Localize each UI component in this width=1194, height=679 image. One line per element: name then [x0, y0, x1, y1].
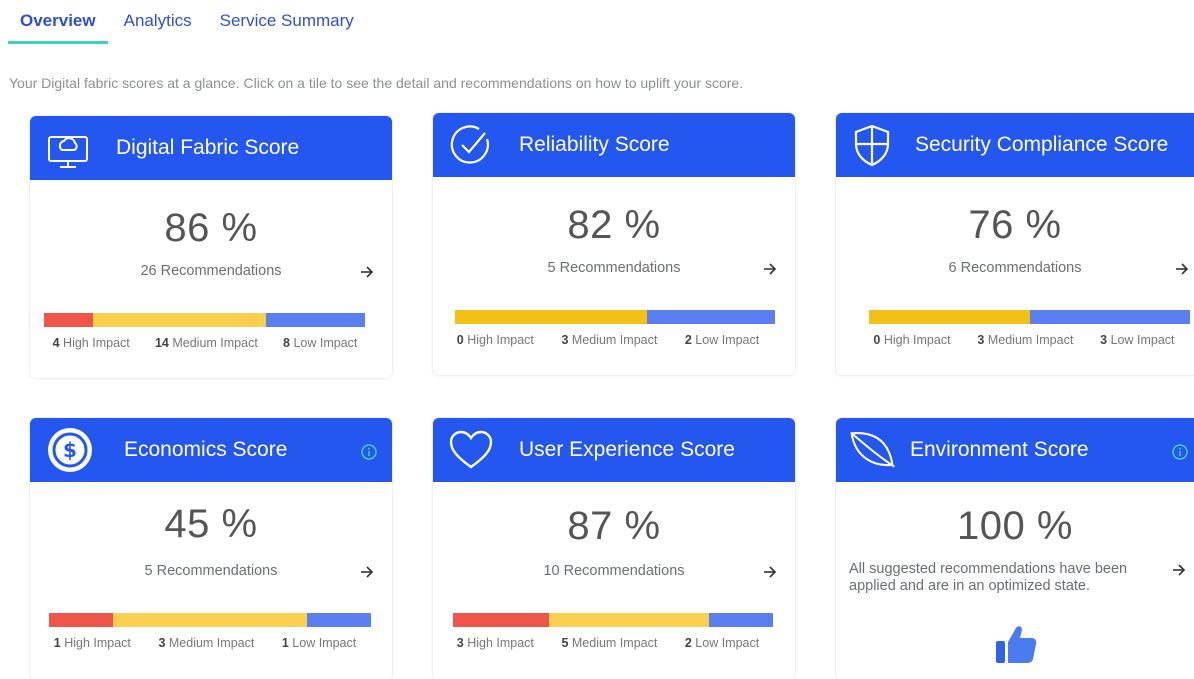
leaf-icon [846, 424, 898, 476]
recommendations-count: 10 Recommendations [433, 563, 795, 583]
score-percent: 76 % [968, 203, 1062, 247]
thumbs-up-icon [996, 626, 1037, 663]
card-title: Environment Score [910, 438, 1089, 461]
card-digital-fabric-score[interactable]: Digital Fabric Score 86 % 26 Recommendat… [30, 116, 392, 378]
info-icon[interactable] [1172, 444, 1188, 460]
impact-bar-low [306, 613, 371, 627]
card-title: Security Compliance Score [915, 133, 1169, 156]
score-percent: 86 % [164, 206, 258, 250]
impact-legend: 0 High Impact 3 Medium Impact 2 Low Impa… [443, 333, 773, 347]
tab-analytics[interactable]: Analytics [112, 0, 204, 44]
impact-bar-high [49, 613, 114, 627]
impact-bar-medium [549, 613, 709, 627]
impact-bar-low [1029, 310, 1190, 324]
card-header: Security Compliance Score [836, 113, 1194, 177]
card-header: User Experience Score [433, 418, 795, 482]
impact-bar-high [453, 613, 549, 627]
score-percent: 87 % [567, 504, 661, 548]
check-circle-icon [445, 119, 497, 171]
arrow-right-icon[interactable] [763, 262, 777, 276]
tab-service-summary[interactable]: Service Summary [208, 0, 366, 44]
legend-medium: 14 Medium Impact [154, 336, 258, 350]
legend-high: 4 High Impact [52, 336, 130, 350]
card-environment-score[interactable]: Environment Score 100 % All suggested re… [836, 418, 1194, 679]
card-title: User Experience Score [519, 438, 735, 461]
impact-bar-medium [455, 310, 647, 324]
arrow-right-icon[interactable] [1172, 563, 1186, 577]
recommendations-label: 10 Recommendations [543, 563, 685, 579]
recommendations-label: 26 Recommendations [140, 263, 282, 279]
recommendations-count: 6 Recommendations [836, 260, 1194, 280]
legend-high: 1 High Impact [53, 636, 131, 650]
score-percent: 82 % [567, 203, 661, 247]
arrow-right-icon[interactable] [360, 265, 374, 279]
arrow-right-icon[interactable] [360, 565, 374, 579]
optimized-message: All suggested recommendations have been … [849, 561, 1186, 597]
impact-bar-high [44, 313, 94, 327]
legend-high: 0 High Impact [456, 333, 534, 347]
tab-overview[interactable]: Overview [8, 0, 108, 44]
tab-bar: Overview Analytics Service Summary [8, 0, 370, 44]
card-user-experience-score[interactable]: User Experience Score 87 % 10 Recommenda… [433, 418, 795, 679]
impact-legend: 3 High Impact 5 Medium Impact 2 Low Impa… [443, 636, 773, 650]
card-header: $ Economics Score [30, 418, 392, 482]
info-icon[interactable] [361, 444, 377, 460]
card-header: Environment Score [836, 418, 1194, 482]
impact-bar [869, 310, 1190, 324]
heart-icon [445, 424, 497, 476]
impact-bar [49, 613, 371, 627]
impact-bar-medium [869, 310, 1030, 324]
recommendations-label: 5 Recommendations [547, 260, 681, 276]
arrow-right-icon[interactable] [763, 565, 777, 579]
recommendations-count: 5 Recommendations [30, 563, 392, 583]
card-reliability-score[interactable]: Reliability Score 82 % 5 Recommendations… [433, 113, 795, 375]
impact-bar-low [709, 613, 773, 627]
card-title: Reliability Score [519, 133, 670, 156]
impact-bar-medium [93, 313, 267, 327]
score-percent: 100 % [957, 504, 1073, 548]
dollar-circle-icon: $ [44, 424, 96, 476]
legend-medium: 3 Medium Impact [561, 333, 658, 347]
arrow-right-icon[interactable] [1175, 262, 1189, 276]
legend-low: 1 Low Impact [281, 636, 357, 650]
impact-legend: 4 High Impact 14 Medium Impact 8 Low Imp… [40, 336, 370, 350]
recommendations-count: 5 Recommendations [433, 260, 795, 280]
cloud-monitor-icon [42, 122, 94, 174]
card-header: Digital Fabric Score [30, 116, 392, 180]
optimized-message-text: All suggested recommendations have been … [849, 561, 1128, 594]
intro-text: Your Digital fabric scores at a glance. … [9, 75, 744, 91]
impact-bar [44, 313, 365, 327]
legend-low: 2 Low Impact [684, 333, 760, 347]
impact-legend: 1 High Impact 3 Medium Impact 1 Low Impa… [40, 636, 370, 650]
legend-medium: 3 Medium Impact [158, 636, 255, 650]
svg-text:$: $ [63, 438, 77, 462]
card-security-compliance-score[interactable]: Security Compliance Score 76 % 6 Recomme… [836, 113, 1194, 375]
impact-bar-low [647, 310, 775, 324]
legend-low: 2 Low Impact [684, 636, 760, 650]
legend-medium: 5 Medium Impact [561, 636, 658, 650]
score-percent: 45 % [164, 502, 258, 546]
impact-bar [455, 310, 775, 324]
impact-bar-medium [113, 613, 307, 627]
card-title: Economics Score [124, 438, 288, 461]
recommendations-label: 5 Recommendations [144, 563, 278, 579]
card-economics-score[interactable]: $ Economics Score 45 % 5 Recommendations… [30, 418, 392, 679]
recommendations-count: 26 Recommendations [30, 263, 392, 283]
legend-high: 3 High Impact [456, 636, 534, 650]
impact-legend: 0 High Impact 3 Medium Impact 3 Low Impa… [860, 333, 1188, 347]
legend-medium: 3 Medium Impact [977, 333, 1074, 347]
legend-low: 3 Low Impact [1100, 333, 1175, 347]
recommendations-label: 6 Recommendations [948, 260, 1082, 276]
legend-low: 8 Low Impact [283, 336, 358, 350]
card-header: Reliability Score [433, 113, 795, 177]
impact-bar-low [266, 313, 365, 327]
legend-high: 0 High Impact [873, 333, 951, 347]
card-title: Digital Fabric Score [116, 136, 300, 159]
shield-icon [846, 119, 898, 171]
impact-bar [453, 613, 773, 627]
